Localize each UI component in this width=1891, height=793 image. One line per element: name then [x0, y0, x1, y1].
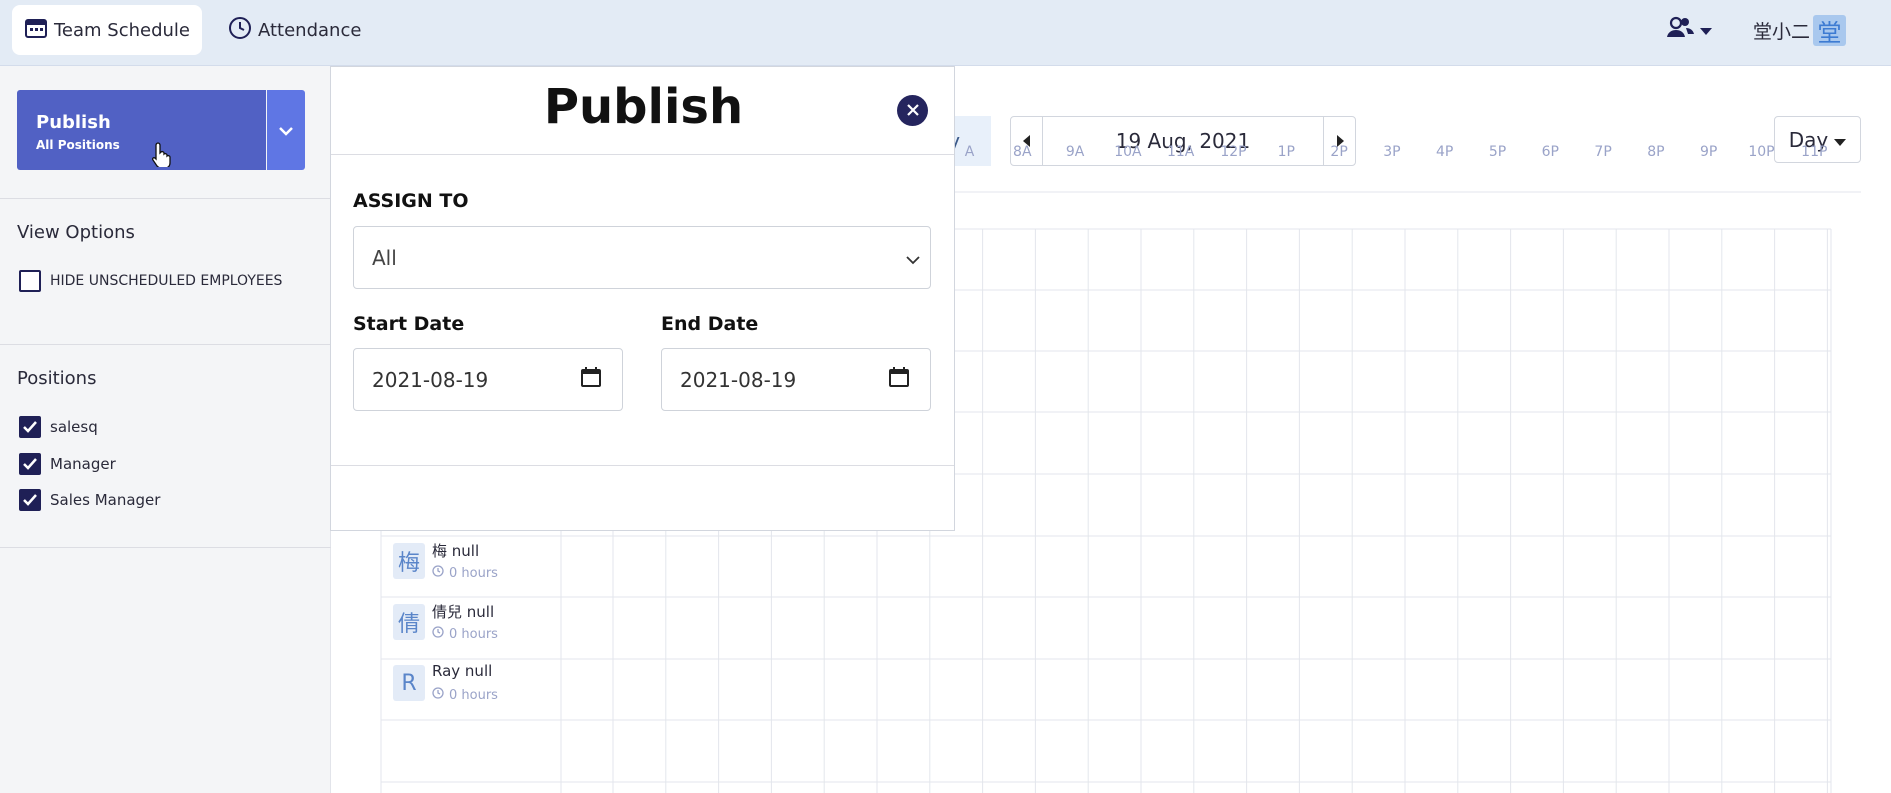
avatar: 梅 [393, 543, 425, 579]
hour-label: 10A [1114, 144, 1142, 160]
end-date-value: 2021-08-19 [680, 367, 797, 392]
hour-label: 12P [1220, 144, 1247, 160]
avatar: R [393, 665, 425, 701]
calendar-icon[interactable] [888, 366, 910, 393]
tab-label: Team Schedule [54, 19, 191, 41]
chevron-down-icon [1700, 21, 1712, 40]
modal-footer-divider [331, 465, 954, 466]
position-checkbox-manager[interactable]: Manager [19, 453, 116, 475]
hour-label: 8P [1647, 144, 1665, 160]
chevron-down-icon [906, 246, 920, 270]
start-date-input[interactable]: 2021-08-19 [353, 348, 623, 411]
hour-label: 9A [1065, 144, 1085, 160]
publish-dropdown-button[interactable] [267, 90, 305, 170]
start-date-label: Start Date [353, 313, 465, 335]
tab-attendance[interactable]: Attendance [216, 5, 373, 55]
hours-text: 0 hours [449, 565, 498, 581]
divider [0, 344, 331, 345]
assign-to-select[interactable]: All [353, 226, 931, 289]
users-icon [1666, 16, 1696, 44]
modal-divider [331, 154, 954, 155]
checkbox[interactable] [19, 489, 41, 511]
hour-label: 10P [1748, 144, 1775, 160]
start-date-value: 2021-08-19 [372, 367, 489, 392]
position-checkbox-sales-manager[interactable]: Sales Manager [19, 489, 160, 511]
checkbox-label: Manager [50, 455, 116, 473]
avatar: 堂 [1813, 14, 1847, 47]
close-button[interactable] [897, 95, 928, 126]
top-bar: Team Schedule Attendance 堂小二 堂 [0, 0, 1891, 66]
employee-row[interactable]: R Ray null 0 hours [393, 653, 578, 714]
clock-icon [432, 687, 444, 703]
publish-button[interactable]: Publish All Positions [17, 90, 266, 170]
hour-label: 11P [1801, 144, 1828, 160]
employee-hours: 0 hours [432, 565, 498, 581]
close-icon [906, 101, 919, 120]
calendar-icon[interactable] [580, 366, 602, 393]
hour-label: 11A [1166, 144, 1195, 160]
checkbox[interactable] [19, 453, 41, 475]
checkbox-label: salesq [50, 418, 98, 436]
hand-cursor-icon [151, 141, 172, 169]
publish-modal: Publish ASSIGN TO All Start Date 2021-08… [330, 66, 955, 531]
employee-name: Ray null [432, 662, 493, 680]
checkbox-label: Sales Manager [50, 491, 161, 509]
modal-title: Publish [543, 79, 744, 135]
positions-title: Positions [17, 368, 97, 389]
chevron-down-icon [278, 121, 294, 140]
hour-label: 2P [1330, 144, 1348, 160]
employee-row[interactable]: 梅梅 null 0 hours [393, 531, 578, 592]
hour-label: 3P [1383, 144, 1401, 160]
sidebar: Publish All Positions View Options HIDE … [0, 66, 331, 793]
hours-text: 0 hours [449, 687, 498, 703]
hour-label: 7P [1594, 144, 1612, 160]
employee-name: 梅 null [432, 542, 480, 560]
hours-text: 0 hours [449, 626, 498, 642]
view-options-title: View Options [17, 222, 135, 243]
divider [0, 198, 331, 199]
end-date-input[interactable]: 2021-08-19 [661, 348, 931, 411]
hour-label: 4P [1436, 144, 1454, 160]
clock-icon [432, 626, 444, 642]
publish-title: Publish [36, 112, 111, 133]
user-name: 堂小二 [1753, 20, 1811, 43]
employee-hours: 0 hours [432, 687, 498, 703]
clock-icon [432, 565, 444, 581]
assign-to-value: All [372, 245, 397, 270]
checkbox[interactable] [19, 270, 41, 292]
divider [0, 547, 331, 548]
hour-label: 6P [1541, 144, 1559, 160]
employee-row[interactable]: 倩倩兒 null 0 hours [393, 592, 578, 653]
assign-to-label: ASSIGN TO [353, 190, 469, 212]
tab-label: Attendance [258, 19, 362, 41]
checkbox-label: HIDE UNSCHEDULED EMPLOYEES [50, 273, 283, 289]
hour-label: 5P [1488, 144, 1507, 160]
publish-subtitle: All Positions [36, 138, 120, 152]
clock-icon [228, 16, 252, 45]
end-date-label: End Date [661, 313, 759, 335]
employee-hours: 0 hours [432, 626, 498, 642]
avatar: 倩 [393, 604, 425, 640]
hide-unscheduled-checkbox[interactable]: HIDE UNSCHEDULED EMPLOYEES [19, 270, 282, 292]
team-menu[interactable] [1666, 0, 1712, 60]
checkbox[interactable] [19, 416, 41, 438]
tab-team-schedule[interactable]: Team Schedule [12, 5, 203, 55]
hour-label: 9P [1700, 144, 1718, 160]
user-menu[interactable]: 堂小二 堂 [1753, 0, 1847, 60]
position-checkbox-salesq[interactable]: salesq [19, 416, 98, 438]
hour-label: 1P [1277, 144, 1295, 160]
calendar-icon [24, 16, 48, 45]
hour-label: 8A [1013, 144, 1032, 160]
employee-name: 倩兒 null [432, 603, 495, 621]
